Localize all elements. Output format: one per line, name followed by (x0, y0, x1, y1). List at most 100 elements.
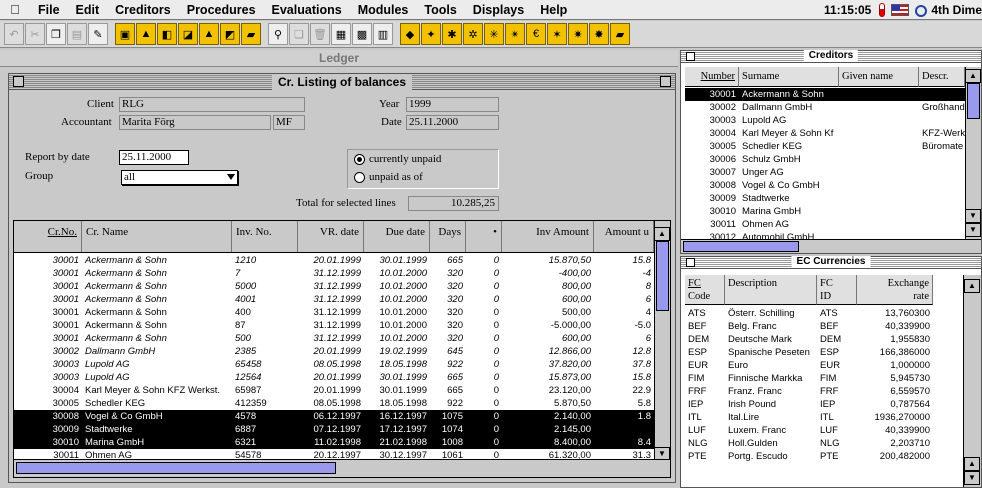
menu-file[interactable]: File (30, 0, 68, 20)
list-item[interactable]: 30007 Unger AG (685, 166, 965, 179)
col-given-name[interactable]: Given name (839, 67, 919, 87)
scroll-up-arrow-icon[interactable]: ▲ (964, 457, 980, 471)
list-item[interactable]: ATS Österr. Schilling ATS 13,760300 (685, 307, 963, 320)
group-dropdown[interactable]: all (121, 170, 238, 185)
list-item[interactable]: 30009 Stadtwerke (685, 192, 965, 205)
application-menu[interactable]: 4th Dime (915, 3, 982, 17)
hscroll-thumb[interactable] (16, 462, 336, 474)
table-row[interactable]: 30001 Ackermann & Sohn 87 31.12.1999 10.01.2… (14, 319, 654, 332)
menu-evaluations[interactable]: Evaluations (264, 0, 350, 20)
display-6-icon[interactable]: ✴ (505, 23, 525, 45)
col-number[interactable]: Number (685, 67, 739, 87)
undo-icon[interactable]: ↶ (4, 23, 24, 45)
currencies-vscrollbar[interactable]: ▲ ▲ ▼ (963, 275, 981, 487)
table-row[interactable]: 30003 Lupold AG 12564 20.01.1999 30.01.1999 6… (14, 371, 654, 384)
client-field[interactable]: RLG (119, 97, 305, 112)
list-item[interactable]: 30002 Dallmann GmbH Großhande (685, 101, 965, 114)
display-3-icon[interactable]: ✱ (442, 23, 462, 45)
paste-icon[interactable]: ▤ (67, 23, 87, 45)
list-item[interactable]: FIM Finnische Markka FIM 5,945730 (685, 372, 963, 385)
list-item[interactable]: LUF Luxem. Franc LUF 40,339900 (685, 424, 963, 437)
creditors-title-bar[interactable]: Creditors (681, 50, 981, 63)
display-5-icon[interactable]: ✳ (484, 23, 504, 45)
year-field[interactable]: 1999 (406, 97, 499, 112)
table-row[interactable]: 30001 Ackermann & Sohn 1210 20.01.1999 30.01… (14, 254, 654, 267)
module-2-icon[interactable]: ▲ (136, 23, 156, 45)
list-item[interactable]: BEF Belg. Franc BEF 40,339900 (685, 320, 963, 333)
table-row[interactable]: 30004 Karl Meyer & Sohn KFZ Werkst. 65987 2… (14, 384, 654, 397)
module-1-icon[interactable]: ▣ (115, 23, 135, 45)
display-10-icon[interactable]: ✸ (589, 23, 609, 45)
display-9-icon[interactable]: ✷ (568, 23, 588, 45)
zoom-box-icon[interactable] (660, 76, 671, 87)
col-fc-id[interactable]: FC ID (817, 275, 857, 305)
col-vr-date[interactable]: VR. date (298, 221, 364, 252)
radio-unpaid-as-of[interactable]: unpaid as of (354, 171, 423, 183)
list-item[interactable]: 30006 Schulz GmbH (685, 153, 965, 166)
col-cr-name[interactable]: Cr. Name (82, 221, 232, 252)
table-row[interactable]: 30001 Ackermann & Sohn 4001 31.12.1999 10.01… (14, 293, 654, 306)
list-item[interactable]: IEP Irish Pound IEP 0,787564 (685, 398, 963, 411)
duplicate-icon[interactable]: ❏ (289, 23, 309, 45)
list-item[interactable]: 30001 Ackermann & Sohn (685, 88, 965, 101)
col-dot[interactable]: • (466, 221, 502, 252)
horizontal-scrollbar[interactable] (14, 459, 670, 477)
col-due-date[interactable]: Due date (364, 221, 430, 252)
menu-tools[interactable]: Tools (416, 0, 464, 20)
col-amount-u[interactable]: Amount u (594, 221, 654, 252)
ledger-window-title[interactable]: Ledger (0, 50, 678, 67)
table-row[interactable]: 30009 Stadtwerke 6887 07.12.1997 17.12.1997 1… (14, 423, 654, 436)
table-row[interactable]: 30001 Ackermann & Sohn 5000 31.12.1999 10.01… (14, 280, 654, 293)
calculator-icon[interactable]: ▦ (331, 23, 351, 45)
currencies-title-bar[interactable]: EC Currencies (681, 256, 981, 269)
menu-help[interactable]: Help (532, 0, 575, 20)
scroll-up-arrow-icon[interactable]: ▲ (654, 227, 670, 241)
scroll-down-arrow-icon[interactable]: ▼ (965, 223, 981, 237)
menu-clock[interactable]: 11:15:05 (824, 3, 873, 17)
menu-creditors[interactable]: Creditors (107, 0, 179, 20)
euro-icon[interactable]: € (526, 23, 546, 45)
vertical-scrollbar[interactable]: ▲ ▼ (654, 221, 670, 461)
list-item[interactable]: 30010 Marina GmbH (685, 205, 965, 218)
report-by-date-input[interactable]: 25.11.2000 (119, 150, 189, 165)
table-row[interactable]: 30001 Ackermann & Sohn 7 31.12.1999 10.01.20… (14, 267, 654, 280)
table-icon[interactable]: ▩ (352, 23, 372, 45)
dialog-title-bar[interactable]: Cr. Listing of balances (9, 74, 675, 90)
col-description[interactable]: Description (725, 275, 817, 305)
list-item[interactable]: 30004 Karl Meyer & Sohn Kf KFZ-Werk (685, 127, 965, 140)
table-row[interactable]: 30005 Schedler KEG 412359 08.05.1998 18.05.1… (14, 397, 654, 410)
accountant-field[interactable]: Marita Förg (119, 115, 271, 130)
list-item[interactable]: ITL Ital.Lire ITL 1936,270000 (685, 411, 963, 424)
date-field[interactable]: 25.11.2000 (406, 115, 499, 130)
list-item[interactable]: PTE Portg. Escudo PTE 200,482000 (685, 450, 963, 463)
col-inv-no[interactable]: Inv. No. (232, 221, 298, 252)
apple-menu-icon[interactable]:  (0, 2, 30, 17)
col-exchange-rate[interactable]: Exchange rate (857, 275, 933, 305)
module-7-icon[interactable]: ▰ (241, 23, 261, 45)
col-surname[interactable]: Surname (739, 67, 839, 87)
find-replace-icon[interactable]: ✎ (88, 23, 108, 45)
list-item[interactable]: EUR Euro EUR 1,000000 (685, 359, 963, 372)
menu-modules[interactable]: Modules (350, 0, 417, 20)
display-4-icon[interactable]: ✲ (463, 23, 483, 45)
menu-edit[interactable]: Edit (68, 0, 108, 20)
menu-displays[interactable]: Displays (465, 0, 532, 20)
scroll-up-arrow-icon[interactable]: ▲ (964, 279, 980, 293)
module-3-icon[interactable]: ◧ (157, 23, 177, 45)
memory-thermometer-icon[interactable] (879, 3, 886, 17)
creditors-scroll-thumb[interactable] (967, 83, 980, 119)
creditors-hscrollbar[interactable] (681, 239, 981, 253)
list-item[interactable]: NLG Holl.Gulden NLG 2,203710 (685, 437, 963, 450)
col-inv-amount[interactable]: Inv Amount (502, 221, 594, 252)
accountant-code-field[interactable]: MF (273, 115, 305, 130)
scroll-down-arrow-icon[interactable]: ▼ (964, 471, 980, 485)
notebook-icon[interactable]: ▥ (373, 23, 393, 45)
cut-icon[interactable]: ✂ (25, 23, 45, 45)
table-row[interactable]: 30010 Marina GmbH 6321 11.02.1998 21.02.1998… (14, 436, 654, 449)
list-item[interactable]: 30011 Ohmen AG (685, 218, 965, 231)
scroll-up-arrow-icon[interactable]: ▲ (965, 69, 981, 83)
display-8-icon[interactable]: ✶ (547, 23, 567, 45)
col-days[interactable]: Days (430, 221, 466, 252)
radio-currently-unpaid[interactable]: currently unpaid (354, 153, 441, 165)
list-item[interactable]: DEM Deutsche Mark DEM 1,955830 (685, 333, 963, 346)
